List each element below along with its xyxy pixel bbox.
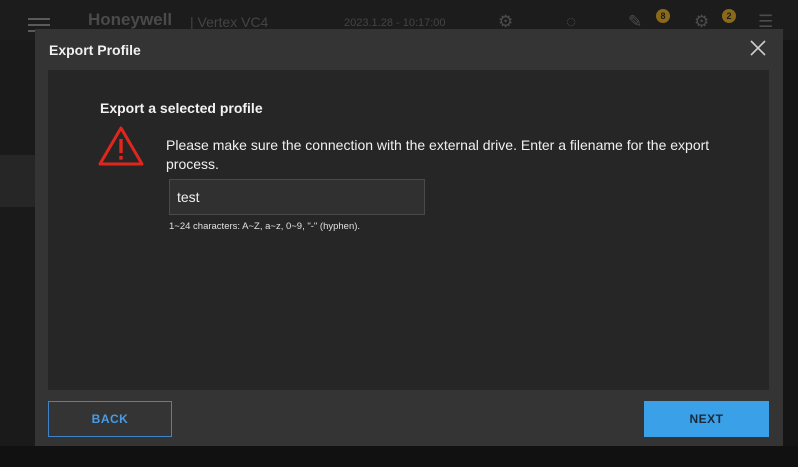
- datetime: 2023.1.28 - 10:17:00: [344, 17, 446, 29]
- section-title: Export a selected profile: [100, 100, 263, 116]
- app-sidebar: [0, 40, 40, 467]
- sidebar-item[interactable]: [0, 155, 40, 207]
- close-icon[interactable]: [749, 39, 767, 57]
- warning-icon: [98, 125, 144, 172]
- device-badge: 2: [722, 9, 736, 23]
- app-footer: [0, 446, 798, 467]
- back-button[interactable]: BACK: [48, 401, 172, 437]
- dialog-body: Export a selected profile Please make su…: [48, 70, 769, 390]
- instruction-message: Please make sure the connection with the…: [166, 137, 710, 172]
- product-name: | Vertex VC4: [190, 14, 269, 30]
- tools-badge: 8: [656, 9, 670, 23]
- export-profile-dialog: Export Profile Export a selected profile…: [35, 29, 783, 446]
- filename-hint: 1~24 characters: A~Z, a~z, 0~9, "-" (hyp…: [169, 221, 361, 232]
- filename-input[interactable]: [169, 179, 425, 215]
- dialog-title: Export Profile: [49, 42, 141, 58]
- next-button[interactable]: NEXT: [644, 401, 769, 437]
- brand-logo: Honeywell: [88, 10, 173, 29]
